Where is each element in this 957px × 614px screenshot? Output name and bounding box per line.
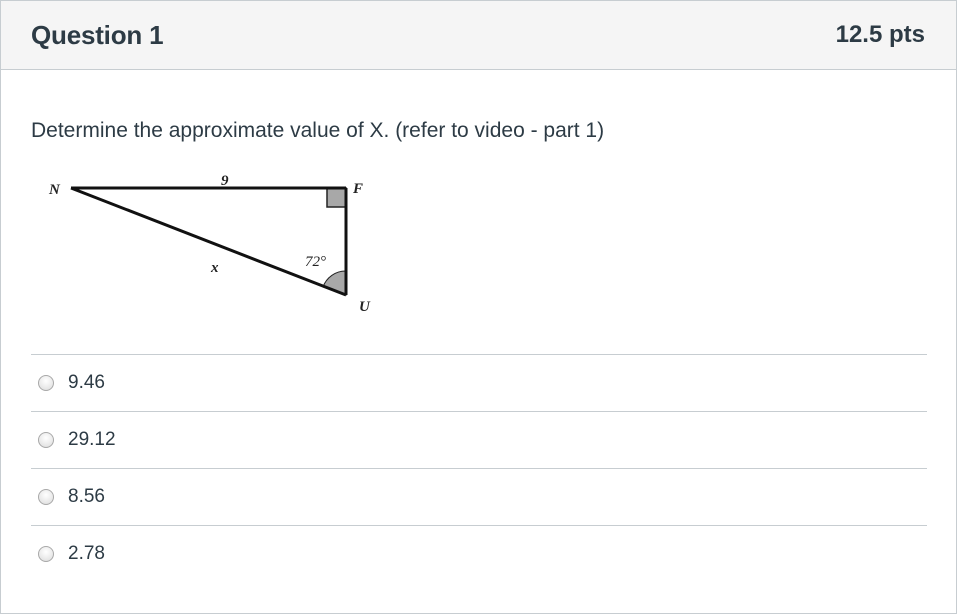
vertex-f-label: F	[352, 181, 363, 197]
radio-button[interactable]	[38, 489, 54, 505]
answer-option[interactable]: 8.56	[31, 468, 927, 525]
answer-option[interactable]: 29.12	[31, 411, 927, 468]
answer-option[interactable]: 9.46	[31, 354, 927, 411]
radio-button[interactable]	[38, 546, 54, 562]
answer-label[interactable]: 9.46	[68, 372, 105, 394]
vertex-n-label: N	[48, 182, 61, 198]
question-prompt: Determine the approximate value of X. (r…	[31, 119, 605, 142]
answer-option[interactable]: 2.78	[31, 525, 927, 582]
question-card: Question 1 12.5 pts Determine the approx…	[0, 0, 957, 614]
question-header: Question 1 12.5 pts	[1, 1, 956, 70]
radio-button[interactable]	[38, 432, 54, 448]
triangle-figure: N F U 9 x 72°	[31, 171, 391, 321]
question-points: 12.5 pts	[835, 21, 925, 48]
answer-label[interactable]: 2.78	[68, 543, 105, 565]
answer-label[interactable]: 29.12	[68, 429, 116, 451]
triangle-diagram: N F U 9 x 72°	[48, 173, 371, 315]
angle-u-label: 72°	[305, 254, 326, 270]
radio-button[interactable]	[38, 375, 54, 391]
vertex-u-label: U	[359, 299, 371, 315]
right-angle-marker	[326, 187, 347, 208]
side-nu-label: x	[210, 260, 219, 276]
answer-label[interactable]: 8.56	[68, 486, 105, 508]
question-title: Question 1	[31, 19, 164, 50]
side-nu	[70, 186, 347, 297]
side-nf-label: 9	[221, 173, 229, 189]
answer-list: 9.46 29.12 8.56 2.78	[31, 354, 927, 582]
